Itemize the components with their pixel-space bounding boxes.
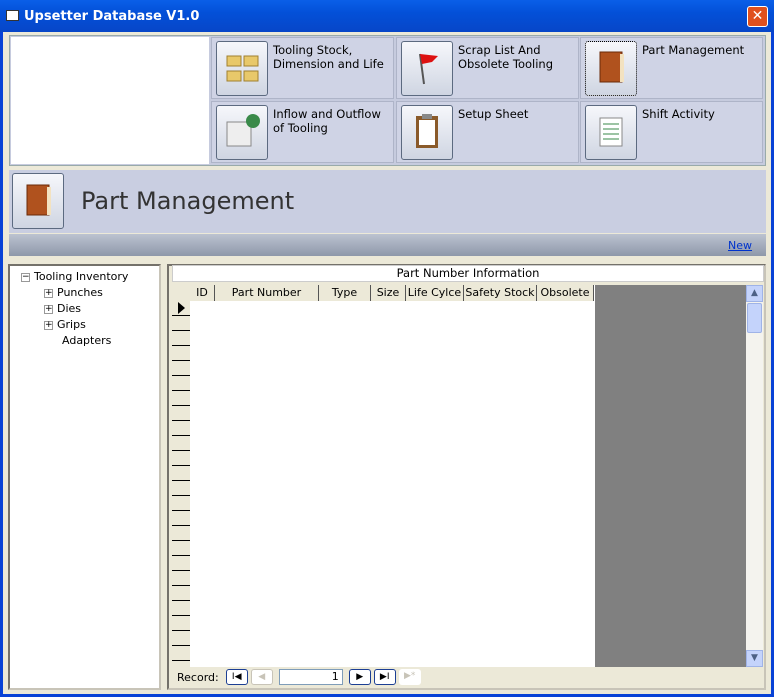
row-divider (172, 315, 190, 316)
row-divider (172, 405, 190, 406)
window-title: Upsetter Database V1.0 (24, 9, 200, 24)
column-header-id[interactable]: ID (190, 285, 215, 301)
tree-label: Dies (57, 302, 82, 315)
row-divider (172, 615, 190, 616)
row-divider (172, 480, 190, 481)
row-divider (172, 630, 190, 631)
expand-icon[interactable]: + (44, 320, 53, 330)
column-header-size[interactable]: Size (371, 285, 406, 301)
tree-label: Punches (57, 286, 103, 299)
calendar-globe-icon[interactable] (216, 105, 268, 160)
column-header-part-number[interactable]: Part Number (215, 285, 319, 301)
row-divider (172, 375, 190, 376)
book-icon[interactable] (585, 41, 637, 96)
switchboard-label: Scrap List And Obsolete Tooling (458, 43, 554, 71)
grid-empty-area (595, 285, 746, 667)
switchboard-item-shift-activity[interactable]: Shift Activity (580, 101, 763, 163)
row-divider (172, 435, 190, 436)
switchboard-item-inflow-outflow[interactable]: Inflow and Outflow of Tooling (211, 101, 394, 163)
switchboard-item-scrap-list[interactable]: Scrap List And Obsolete Tooling (396, 37, 579, 99)
row-divider (172, 660, 190, 661)
tree-node-grips[interactable]: + Grips (44, 318, 86, 331)
record-navigation: Record: I◀ ◀ 1 ▶ ▶I ▶* (172, 668, 421, 686)
new-record-button[interactable]: ▶* (398, 669, 421, 685)
toolbar-band (9, 234, 766, 256)
switchboard-item-part-management[interactable]: Part Management (580, 37, 763, 99)
folders-icon[interactable] (216, 41, 268, 96)
column-header-life-cycle[interactable]: Life Cylce (406, 285, 464, 301)
current-record-arrow-icon (178, 302, 185, 314)
row-divider (172, 600, 190, 601)
vertical-scrollbar[interactable]: ▲ ▼ (746, 285, 763, 667)
previous-record-button[interactable]: ◀ (250, 669, 273, 685)
row-divider (172, 390, 190, 391)
tree-label: Grips (57, 318, 86, 331)
column-header-obsolete[interactable]: Obsolete (537, 285, 594, 301)
collapse-icon[interactable]: − (21, 272, 30, 282)
row-divider (172, 540, 190, 541)
new-link[interactable]: New (728, 239, 752, 252)
scroll-thumb[interactable] (747, 303, 762, 333)
row-divider (172, 570, 190, 571)
grid-header: ID Part Number Type Size Life Cylce Safe… (190, 285, 594, 301)
row-divider (172, 360, 190, 361)
tree-label: Adapters (62, 334, 112, 347)
column-header-type[interactable]: Type (319, 285, 371, 301)
app-icon (6, 10, 19, 21)
expand-icon[interactable]: + (44, 288, 53, 298)
first-record-button[interactable]: I◀ (225, 669, 248, 685)
clipboard-icon[interactable] (401, 105, 453, 160)
record-selector-column[interactable] (172, 285, 190, 667)
switchboard-label: Setup Sheet (458, 107, 529, 121)
tree-label: Tooling Inventory (34, 270, 129, 283)
next-record-button[interactable]: ▶ (348, 669, 371, 685)
row-divider (172, 510, 190, 511)
last-record-button[interactable]: ▶I (373, 669, 396, 685)
close-button[interactable]: ✕ (747, 6, 768, 27)
tree-node-dies[interactable]: + Dies (44, 302, 81, 315)
switchboard-label: Tooling Stock, Dimension and Life (273, 43, 384, 71)
row-divider (172, 645, 190, 646)
switchboard-item-tooling-stock[interactable]: Tooling Stock, Dimension and Life (211, 37, 394, 99)
tree-node-punches[interactable]: + Punches (44, 286, 103, 299)
row-divider (172, 495, 190, 496)
row-divider (172, 330, 190, 331)
page-title: Part Management (81, 187, 295, 215)
switchboard-label: Shift Activity (642, 107, 715, 121)
expand-icon[interactable]: + (44, 304, 53, 314)
row-divider (172, 465, 190, 466)
row-divider (172, 450, 190, 451)
scroll-up-icon[interactable]: ▲ (746, 285, 763, 302)
record-number-input[interactable]: 1 (278, 669, 343, 685)
tree-node-adapters[interactable]: Adapters (62, 334, 111, 347)
spreadsheet-icon[interactable] (585, 105, 637, 160)
tree-node-tooling-inventory[interactable]: − Tooling Inventory (21, 270, 128, 283)
logo-area (11, 37, 209, 164)
scroll-down-icon[interactable]: ▼ (746, 650, 763, 667)
book-icon (12, 173, 64, 229)
switchboard-label: Inflow and Outflow of Tooling (273, 107, 381, 135)
column-header-safety-stock[interactable]: Safety Stock (464, 285, 537, 301)
red-flag-icon[interactable] (401, 41, 453, 96)
row-divider (172, 420, 190, 421)
row-divider (172, 585, 190, 586)
subform-title: Part Number Information (172, 265, 764, 282)
row-divider (172, 555, 190, 556)
row-divider (172, 345, 190, 346)
title-bar: Upsetter Database V1.0 (0, 0, 774, 32)
switchboard-item-setup-sheet[interactable]: Setup Sheet (396, 101, 579, 163)
switchboard-label: Part Management (642, 43, 745, 57)
record-label: Record: (177, 670, 219, 684)
row-divider (172, 525, 190, 526)
